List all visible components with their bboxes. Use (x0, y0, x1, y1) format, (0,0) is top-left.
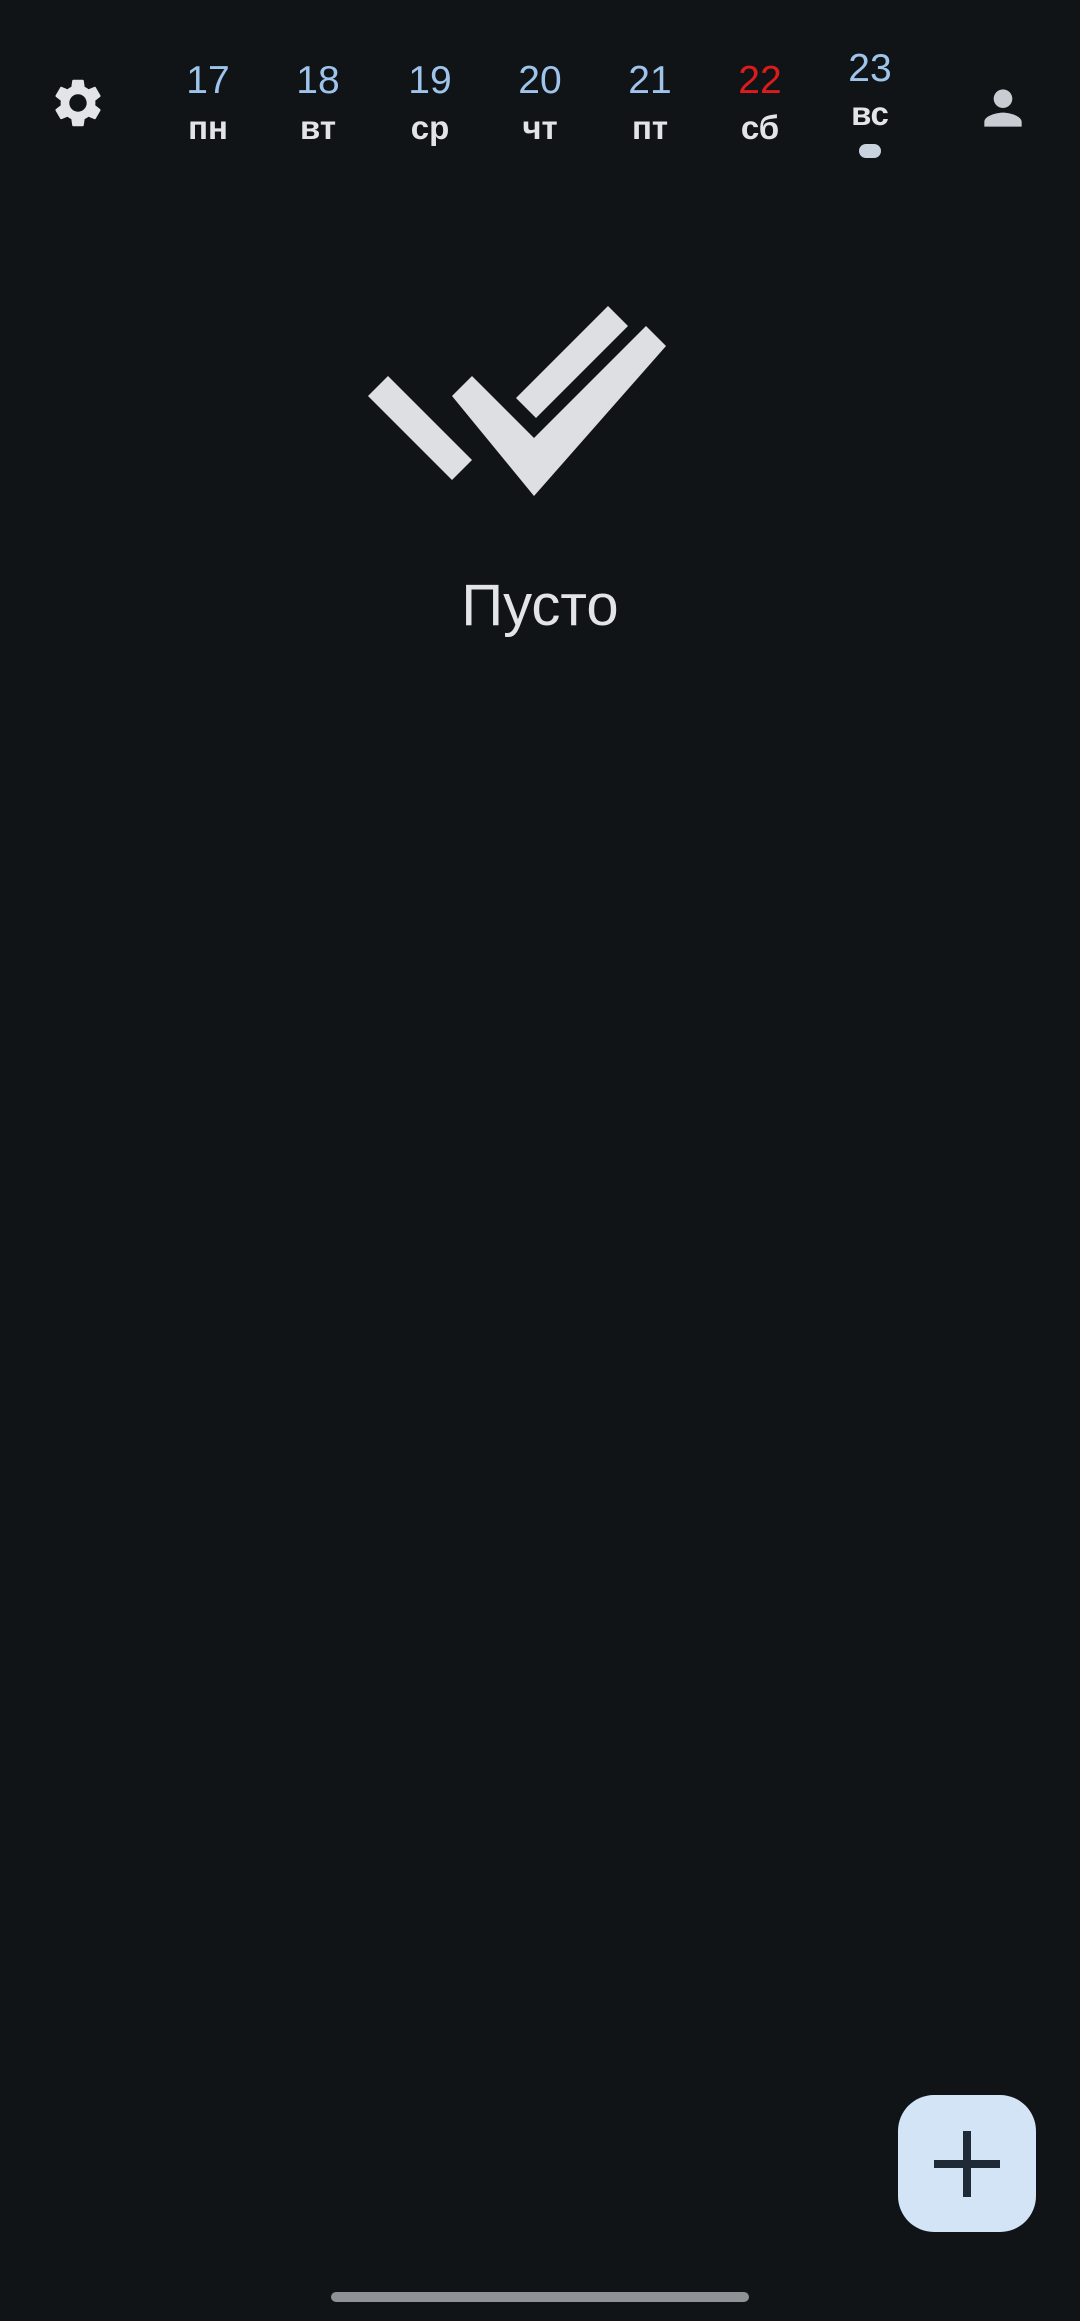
add-button[interactable] (898, 2095, 1036, 2232)
day-number: 22 (738, 59, 782, 102)
day-number: 19 (408, 59, 452, 102)
day-17[interactable]: 17 пн (158, 58, 258, 148)
day-21[interactable]: 21 пт (600, 58, 700, 148)
day-weekday: сб (740, 109, 780, 146)
day-number: 23 (848, 47, 892, 90)
day-20[interactable]: 20 чт (490, 58, 590, 148)
day-weekday: вс (851, 95, 889, 132)
double-check-icon (368, 306, 666, 496)
plus-icon (934, 2130, 1000, 2197)
day-22[interactable]: 22 сб (710, 58, 810, 148)
week-day-strip: 17 пн 18 вт 19 ср 20 чт 21 пт 22 сб 23 в… (0, 0, 1080, 200)
home-indicator[interactable] (331, 2292, 749, 2302)
day-23-selected[interactable]: 23 вс (820, 46, 920, 158)
day-number: 21 (628, 59, 672, 102)
day-number: 18 (296, 59, 340, 102)
day-18[interactable]: 18 вт (268, 58, 368, 148)
day-weekday: вт (299, 109, 336, 146)
day-weekday: чт (522, 109, 558, 146)
day-weekday: ср (410, 109, 450, 146)
day-number: 17 (186, 59, 230, 102)
day-weekday: пн (188, 109, 228, 146)
app-screen: 17 пн 18 вт 19 ср 20 чт 21 пт 22 сб 23 в… (0, 0, 1080, 2321)
profile-button[interactable] (965, 70, 1040, 145)
day-number: 20 (518, 59, 562, 102)
day-19[interactable]: 19 ср (380, 58, 480, 148)
empty-state-label: Пусто (461, 573, 619, 638)
person-icon (983, 88, 1022, 127)
selected-day-indicator (859, 144, 881, 158)
day-weekday: пт (631, 109, 669, 146)
